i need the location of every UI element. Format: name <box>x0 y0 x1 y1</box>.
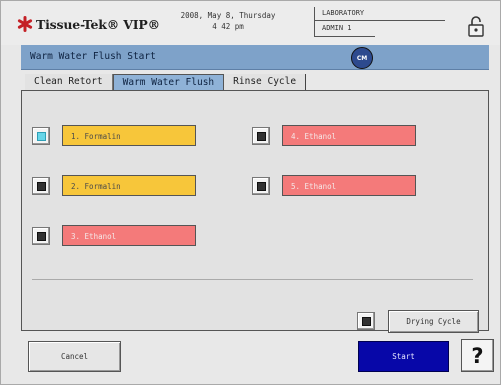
title-bar: Warm Water Flush Start CM <box>21 45 489 70</box>
header-bar: Tissue-Tek® VIP® 2008, May 8, Thursday 4… <box>1 1 500 45</box>
drying-cycle-checkbox[interactable] <box>357 312 375 330</box>
help-button[interactable]: ? <box>461 339 494 372</box>
divider <box>315 20 445 21</box>
asterisk-logo-icon <box>17 16 33 32</box>
lock-icon[interactable] <box>466 15 486 37</box>
checkbox-indicator <box>257 132 266 141</box>
checkbox-indicator <box>257 182 266 191</box>
station-4-checkbox[interactable] <box>252 127 270 145</box>
station-3-checkbox[interactable] <box>32 227 50 245</box>
station-5-checkbox[interactable] <box>252 177 270 195</box>
time-text: 4 42 pm <box>212 22 244 31</box>
start-button[interactable]: Start <box>358 341 449 372</box>
location-user-box: LABORATORY ADMIN 1 <box>314 7 447 37</box>
badge-text: CM <box>356 54 368 62</box>
tab-clean-retort[interactable]: Clean Retort <box>25 74 113 90</box>
cm-badge-icon: CM <box>351 47 373 69</box>
logo: Tissue-Tek® VIP® <box>17 15 160 33</box>
page-title: Warm Water Flush Start <box>30 51 156 62</box>
divider <box>32 279 473 280</box>
location-label: LABORATORY <box>322 9 365 17</box>
date-text: 2008, May 8, Thursday <box>180 11 276 20</box>
cancel-button[interactable]: Cancel <box>28 341 121 372</box>
checkbox-indicator <box>37 182 46 191</box>
station-4-reagent[interactable]: 4. Ethanol <box>282 125 416 146</box>
user-label: ADMIN 1 <box>322 24 352 32</box>
checkbox-indicator <box>37 132 46 141</box>
station-2-checkbox[interactable] <box>32 177 50 195</box>
logo-text: Tissue-Tek® VIP® <box>36 16 160 32</box>
checkbox-indicator <box>362 317 371 326</box>
checkbox-indicator <box>37 232 46 241</box>
station-3-reagent[interactable]: 3. Ethanol <box>62 225 196 246</box>
station-5-reagent[interactable]: 5. Ethanol <box>282 175 416 196</box>
app-window: Tissue-Tek® VIP® 2008, May 8, Thursday 4… <box>0 0 501 385</box>
station-1-reagent[interactable]: 1. Formalin <box>62 125 196 146</box>
station-1-checkbox[interactable] <box>32 127 50 145</box>
tab-warm-water-flush[interactable]: Warm Water Flush <box>112 74 225 90</box>
tab-bar: Clean Retort Warm Water Flush Rinse Cycl… <box>25 74 307 90</box>
drying-cycle-button[interactable]: Drying Cycle <box>388 310 479 333</box>
tab-rinse-cycle[interactable]: Rinse Cycle <box>224 74 307 90</box>
divider <box>315 36 375 37</box>
station-2-reagent[interactable]: 2. Formalin <box>62 175 196 196</box>
date-time-display: 2008, May 8, Thursday 4 42 pm <box>158 10 298 32</box>
